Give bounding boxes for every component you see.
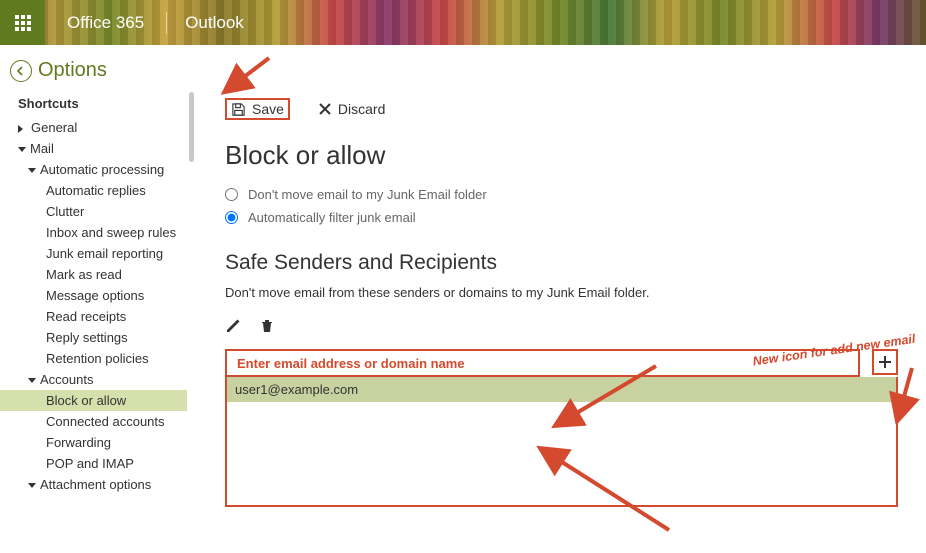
- main-content: Save Discard Block or allow Don't move e…: [195, 88, 926, 552]
- sidebar-item-retention-policies[interactable]: Retention policies: [18, 348, 195, 369]
- sidebar-shortcuts-header[interactable]: Shortcuts: [18, 96, 195, 111]
- safe-senders-description: Don't move email from these senders or d…: [225, 285, 898, 300]
- back-button[interactable]: [10, 60, 32, 82]
- sidebar-item-general[interactable]: General: [18, 117, 195, 138]
- list-tools: [225, 318, 898, 339]
- app-launcher-button[interactable]: [0, 0, 45, 45]
- sidebar-item-automatic-processing[interactable]: Automatic processing: [18, 159, 195, 180]
- radio-auto-filter-junk[interactable]: Automatically filter junk email: [225, 210, 898, 225]
- discard-button[interactable]: Discard: [318, 101, 385, 117]
- caret-down-icon: [28, 483, 36, 488]
- safe-senders-heading: Safe Senders and Recipients: [225, 251, 898, 275]
- radio-dont-move-junk[interactable]: Don't move email to my Junk Email folder: [225, 187, 898, 202]
- brand-label[interactable]: Office 365: [45, 13, 166, 33]
- edit-button[interactable]: [225, 318, 241, 339]
- trash-icon: [259, 318, 275, 334]
- sidebar-scroll-thumb[interactable]: [189, 92, 194, 162]
- sidebar-item-inbox-sweep-rules[interactable]: Inbox and sweep rules: [18, 222, 195, 243]
- close-icon: [318, 102, 332, 116]
- save-button[interactable]: Save: [231, 101, 284, 117]
- page-title: Options: [38, 59, 107, 82]
- sidebar-item-read-receipts[interactable]: Read receipts: [18, 306, 195, 327]
- sidebar-item-attachment-options[interactable]: Attachment options: [18, 474, 195, 495]
- delete-button[interactable]: [259, 318, 275, 339]
- sidebar-item-connected-accounts[interactable]: Connected accounts: [18, 411, 195, 432]
- options-sidebar: Shortcuts General Mail Automatic process…: [0, 88, 195, 552]
- junk-radio-group: Don't move email to my Junk Email folder…: [225, 187, 898, 225]
- save-icon: [231, 102, 246, 117]
- waffle-icon: [15, 15, 31, 31]
- sidebar-item-forwarding[interactable]: Forwarding: [18, 432, 195, 453]
- sidebar-item-reply-settings[interactable]: Reply settings: [18, 327, 195, 348]
- sidebar-item-accounts[interactable]: Accounts: [18, 369, 195, 390]
- caret-down-icon: [28, 378, 36, 383]
- annotation-arrow-add: [884, 364, 920, 424]
- sidebar-item-message-options[interactable]: Message options: [18, 285, 195, 306]
- radio-auto-filter-junk-input[interactable]: [225, 211, 238, 224]
- caret-down-icon: [28, 168, 36, 173]
- sidebar-item-junk-email-reporting[interactable]: Junk email reporting: [18, 243, 195, 264]
- annotation-arrow-save: [219, 54, 279, 98]
- caret-down-icon: [18, 147, 26, 152]
- annotation-arrow-input: [550, 362, 660, 432]
- sidebar-item-automatic-replies[interactable]: Automatic replies: [18, 180, 195, 201]
- options-titlebar: Options: [0, 45, 926, 88]
- sidebar-item-pop-and-imap[interactable]: POP and IMAP: [18, 453, 195, 474]
- app-label[interactable]: Outlook: [167, 13, 262, 33]
- toolbar: Save Discard: [225, 98, 898, 120]
- sidebar-item-block-or-allow[interactable]: Block or allow: [0, 390, 187, 411]
- annotation-save-highlight: Save: [225, 98, 290, 120]
- app-header: Office 365 Outlook: [0, 0, 926, 45]
- section-title: Block or allow: [225, 140, 898, 171]
- sidebar-item-mail[interactable]: Mail: [18, 138, 195, 159]
- radio-dont-move-junk-input[interactable]: [225, 188, 238, 201]
- sidebar-item-clutter[interactable]: Clutter: [18, 201, 195, 222]
- sidebar-item-mark-as-read[interactable]: Mark as read: [18, 264, 195, 285]
- sidebar-scrollbar[interactable]: [188, 88, 195, 552]
- pencil-icon: [225, 318, 241, 334]
- arrow-left-icon: [15, 65, 27, 77]
- caret-right-icon: [18, 125, 27, 133]
- annotation-arrow-list-item: [535, 444, 675, 534]
